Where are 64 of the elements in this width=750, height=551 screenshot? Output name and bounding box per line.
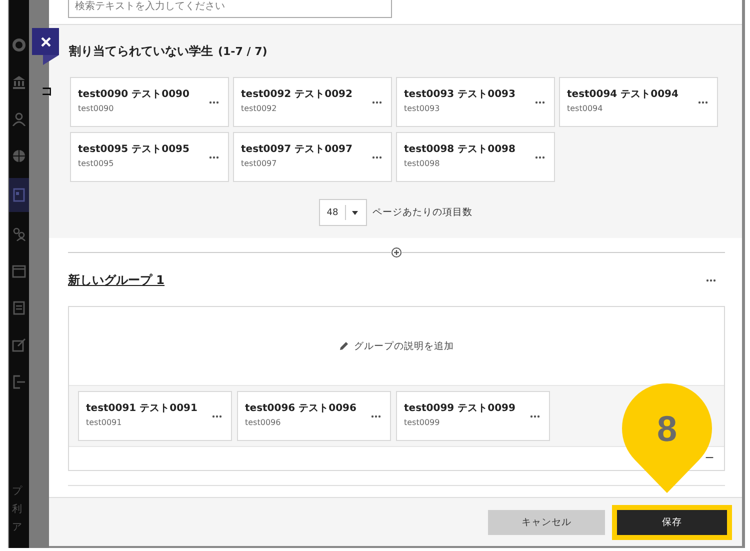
search-field[interactable]: 検索テキストを入力してください [68,0,392,18]
page-size-label: ページあたりの項目数 [372,206,472,219]
description-link[interactable]: グループの説明を追加 [354,340,454,352]
people-icon[interactable] [12,227,26,241]
student-id: test0091 [86,418,123,427]
sign-out-icon[interactable] [12,375,26,389]
group-title[interactable]: 新しいグループ 1 [68,272,165,289]
caret-icon [352,210,358,214]
pencil-icon [339,341,349,351]
edit-icon[interactable] [12,338,26,352]
more-icon[interactable] [698,100,708,104]
student-count: (1-7 / 7) [218,45,268,58]
page-size-select[interactable]: 48 [318,199,366,226]
student-card[interactable]: test0090 テスト0090 test0090 [70,77,229,127]
student-name: test0097 テスト0097 [241,143,352,156]
student-card[interactable]: test0091 テスト0091 test0091 [78,391,232,441]
student-id: test0090 [78,104,115,113]
student-name: test0094 テスト0094 [567,88,678,101]
student-id: test0094 [567,104,604,113]
student-card[interactable]: test0092 テスト0092 test0092 [233,77,392,127]
student-name: test0091 テスト0091 [86,402,198,415]
student-card[interactable]: test0099 テスト0099 test0099 [396,391,550,441]
more-icon[interactable] [371,414,381,418]
student-name: test0095 テスト0095 [78,143,190,156]
student-card[interactable]: test0097 テスト0097 test0097 [233,132,392,182]
cancel-button[interactable]: キャンセル [488,510,605,534]
more-icon[interactable] [372,100,382,104]
save-button[interactable]: 保存 [617,510,727,534]
student-name: test0093 テスト0093 [404,88,516,101]
more-icon[interactable] [212,414,222,418]
calendar-icon[interactable] [12,264,26,278]
student-id: test0097 [241,159,278,168]
student-card[interactable]: test0093 テスト0093 test0093 [396,77,555,127]
student-card[interactable]: test0098 テスト0098 test0098 [396,132,555,182]
globe-icon[interactable] [12,149,26,163]
more-icon[interactable] [372,156,382,158]
student-card[interactable]: test0096 テスト0096 test0096 [237,391,391,441]
more-icon[interactable] [535,100,545,104]
student-id: test0095 [78,159,115,168]
student-name: test0098 テスト0098 [404,143,516,156]
document-icon[interactable] [12,301,26,315]
student-name: test0096 テスト0096 [245,402,356,415]
logo-icon [12,38,26,52]
close-icon [40,36,52,48]
more-icon[interactable] [530,414,540,418]
student-name: test0099 テスト0099 [404,402,516,415]
more-icon[interactable] [535,156,545,158]
student-id: test0098 [404,159,441,168]
student-card[interactable]: test0094 テスト0094 test0094 [559,77,718,127]
student-id: test0096 [245,418,282,427]
person-icon[interactable] [12,112,26,126]
student-name: test0092 テスト0092 [241,88,352,101]
section-title: 割り当てられていない学生 [69,43,213,60]
bank-icon[interactable] [12,75,26,89]
student-id: test0093 [404,104,441,113]
more-icon[interactable] [209,100,219,104]
student-id: test0099 [404,418,441,427]
student-card[interactable]: test0095 テスト0095 test0095 [70,132,229,182]
add-group-icon[interactable] [391,247,402,258]
more-icon[interactable] [209,156,219,158]
more-icon[interactable] [706,279,716,282]
close-button[interactable] [32,28,59,55]
student-id: test0092 [241,104,278,113]
student-name: test0090 テスト0090 [78,88,190,101]
